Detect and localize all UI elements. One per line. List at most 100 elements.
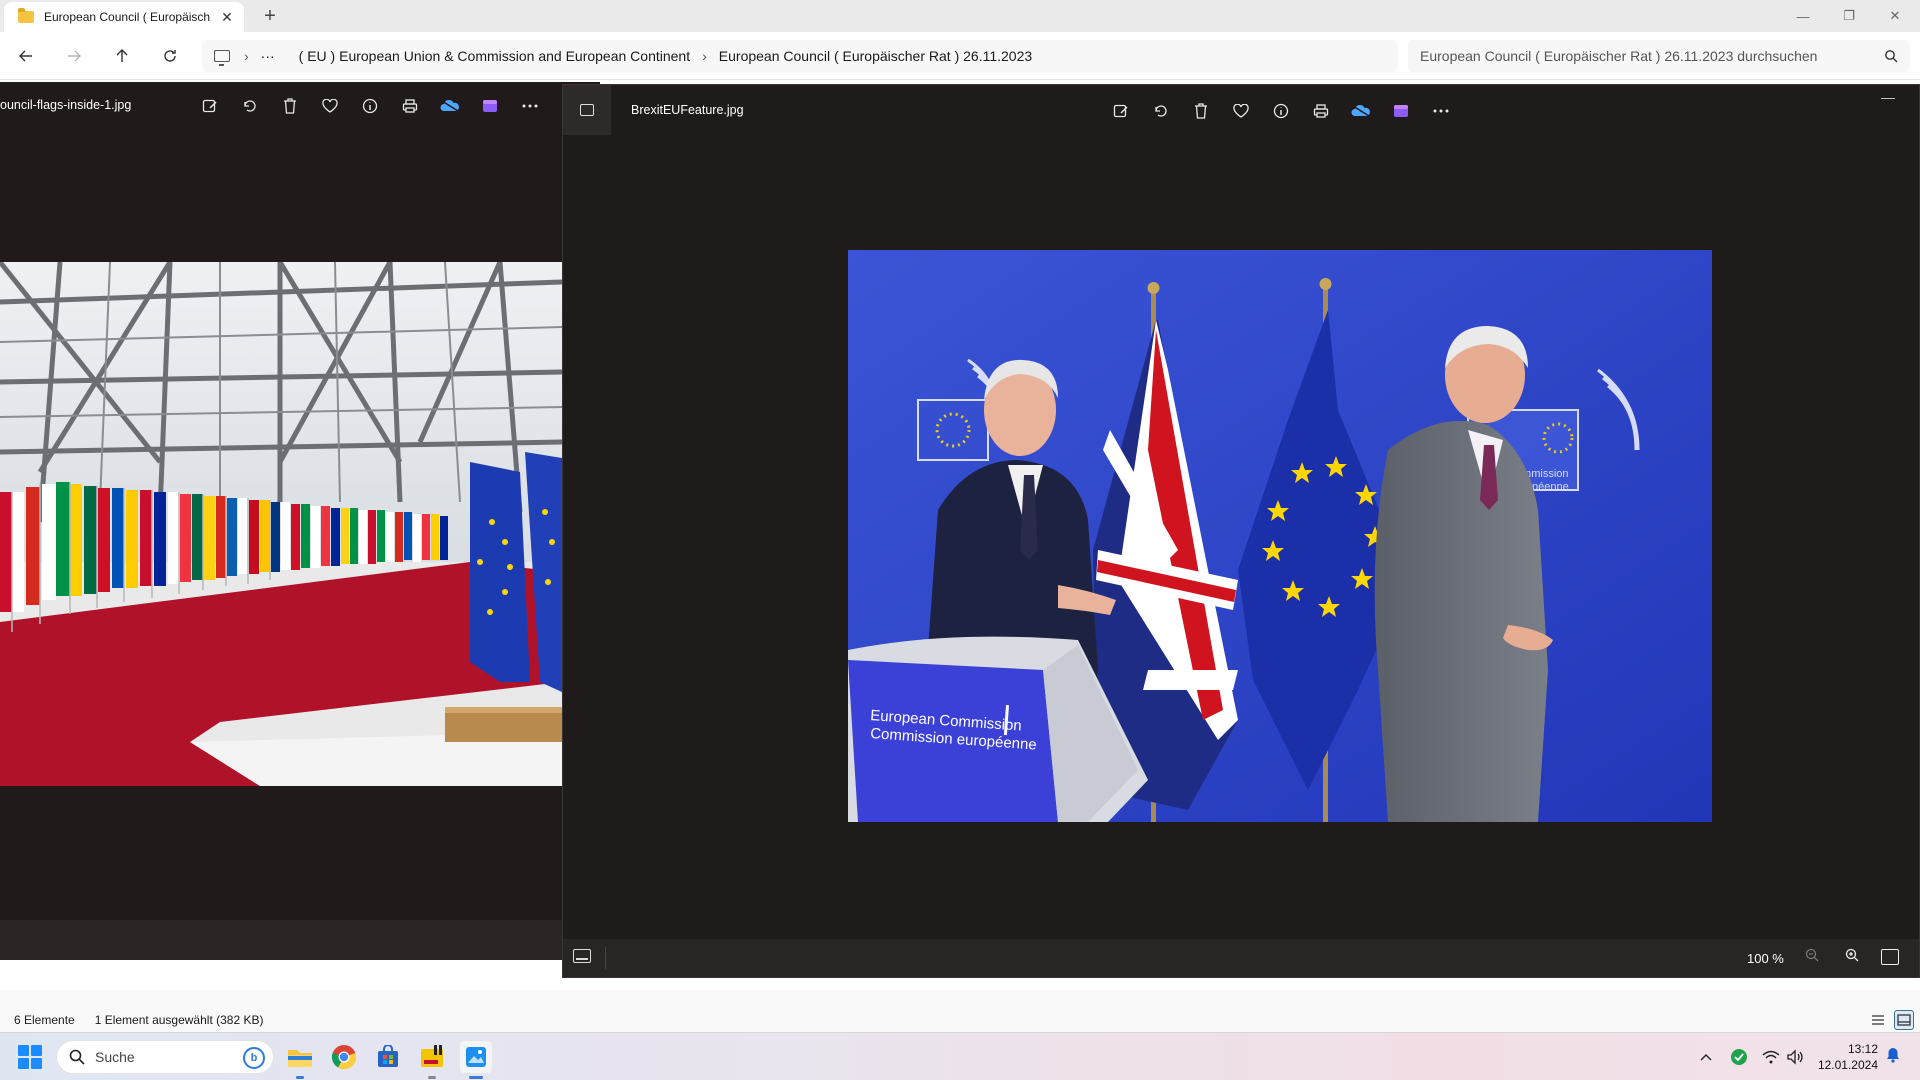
onedrive-button[interactable] bbox=[430, 90, 470, 122]
close-button[interactable]: ✕ bbox=[1872, 0, 1918, 32]
zoom-level[interactable]: 100 % bbox=[1747, 951, 1784, 966]
selection-info: 1 Element ausgewählt (382 KB) bbox=[94, 1013, 264, 1027]
notifications-button[interactable] bbox=[1886, 1047, 1900, 1066]
favorite-button[interactable] bbox=[310, 90, 350, 122]
clipchamp-icon bbox=[483, 100, 497, 112]
back-button[interactable] bbox=[12, 44, 40, 68]
forward-button[interactable] bbox=[60, 44, 88, 68]
breadcrumb-item[interactable]: European Council ( Europäischer Rat ) 26… bbox=[719, 48, 1032, 64]
trash-icon bbox=[1195, 103, 1207, 119]
printer-icon bbox=[402, 99, 418, 113]
chevron-right-icon: › bbox=[244, 48, 249, 64]
delete-button[interactable] bbox=[270, 90, 310, 122]
bing-icon[interactable]: b bbox=[243, 1047, 265, 1069]
chrome-taskbar-button[interactable] bbox=[328, 1041, 360, 1073]
arrow-left-icon bbox=[19, 50, 32, 62]
edit-image-button[interactable] bbox=[1101, 95, 1141, 127]
view-switcher bbox=[1868, 1008, 1914, 1032]
arrow-up-icon bbox=[116, 49, 128, 62]
council-hall-image bbox=[0, 262, 562, 786]
info-button[interactable] bbox=[1261, 95, 1301, 127]
new-tab-button[interactable]: + bbox=[258, 4, 282, 28]
clock-date: 12.01.2024 bbox=[1817, 1058, 1878, 1072]
tiles-view-button[interactable] bbox=[1894, 1010, 1914, 1030]
print-button[interactable] bbox=[390, 90, 430, 122]
rotate-button[interactable] bbox=[230, 90, 270, 122]
zoom-out-button[interactable] bbox=[1801, 948, 1823, 968]
refresh-button[interactable] bbox=[156, 44, 184, 68]
rotate-button[interactable] bbox=[1141, 95, 1181, 127]
photos-toolbar bbox=[1101, 95, 1461, 127]
show-hidden-icons-button[interactable] bbox=[1700, 1033, 1712, 1080]
print-button[interactable] bbox=[1301, 95, 1341, 127]
ellipsis-icon bbox=[522, 104, 538, 108]
more-options-button[interactable] bbox=[510, 90, 550, 122]
more-options-button[interactable] bbox=[1421, 95, 1461, 127]
taskbar-search[interactable]: Suche b bbox=[56, 1040, 274, 1074]
breadcrumb-item[interactable]: ( EU ) European Union & Commission and E… bbox=[299, 48, 690, 64]
zoom-in-button[interactable] bbox=[1841, 948, 1863, 968]
bell-icon bbox=[1887, 1048, 1899, 1063]
file-name: ouncil-flags-inside-1.jpg bbox=[0, 98, 132, 112]
heart-icon bbox=[1233, 104, 1249, 118]
search-icon bbox=[69, 1049, 85, 1065]
printer-icon bbox=[1313, 104, 1329, 118]
brexit-photo: Commission européenne European Commissio… bbox=[848, 250, 1712, 822]
volume-button[interactable] bbox=[1786, 1033, 1804, 1080]
edit-image-icon bbox=[1113, 104, 1128, 118]
folder-icon bbox=[18, 8, 34, 23]
active-indicator bbox=[296, 1076, 304, 1079]
info-icon bbox=[1273, 103, 1289, 119]
item-count: 6 Elemente bbox=[14, 1013, 75, 1027]
rotate-icon bbox=[1155, 105, 1167, 117]
photos-icon bbox=[466, 1047, 486, 1067]
refresh-icon bbox=[164, 50, 176, 62]
file-explorer-taskbar-button[interactable] bbox=[284, 1041, 316, 1079]
tab-close-button[interactable]: ✕ bbox=[218, 9, 236, 26]
address-bar[interactable]: › ··· ( EU ) European Union & Commission… bbox=[202, 40, 1398, 72]
favorite-button[interactable] bbox=[1221, 95, 1261, 127]
zoom-in-icon bbox=[1845, 948, 1859, 962]
edit-image-button[interactable] bbox=[190, 90, 230, 122]
up-button[interactable] bbox=[108, 44, 136, 68]
computer-icon bbox=[214, 50, 230, 66]
explorer-tab-bar: European Council ( Europäisch ✕ + — ❐ ✕ bbox=[0, 0, 1920, 32]
speaker-icon bbox=[1787, 1049, 1803, 1065]
breadcrumb-overflow[interactable]: ··· bbox=[261, 48, 275, 64]
minimize-button[interactable]: — bbox=[1780, 0, 1826, 32]
minimize-button[interactable]: — bbox=[1881, 89, 1895, 105]
onedrive-icon bbox=[440, 99, 459, 112]
gallery-button[interactable] bbox=[563, 85, 611, 135]
list-icon bbox=[1872, 1015, 1884, 1025]
restore-button[interactable]: ❐ bbox=[1826, 0, 1872, 32]
clipchamp-button[interactable] bbox=[470, 90, 510, 122]
photos-back-toolbar bbox=[190, 90, 550, 122]
onedrive-icon bbox=[1351, 104, 1370, 117]
details-view-button[interactable] bbox=[1868, 1010, 1888, 1030]
trash-icon bbox=[284, 98, 296, 114]
rotate-icon bbox=[244, 100, 256, 112]
store-taskbar-button[interactable] bbox=[372, 1041, 404, 1073]
filmstrip-toggle-icon[interactable] bbox=[573, 949, 591, 963]
running-indicator bbox=[428, 1076, 436, 1079]
onedrive-button[interactable] bbox=[1341, 95, 1381, 127]
security-tray-button[interactable] bbox=[1730, 1033, 1748, 1080]
divider bbox=[605, 947, 606, 969]
start-button[interactable] bbox=[18, 1045, 42, 1069]
search-input[interactable]: European Council ( Europäischer Rat ) 26… bbox=[1408, 40, 1910, 72]
fit-to-window-icon[interactable] bbox=[1881, 949, 1899, 965]
arrow-right-icon bbox=[68, 50, 81, 62]
photos-window-background[interactable]: ouncil-flags-inside-1.jpg bbox=[0, 82, 600, 960]
clock[interactable]: 13:12 12.01.2024 bbox=[1812, 1041, 1878, 1073]
delete-button[interactable] bbox=[1181, 95, 1221, 127]
info-button[interactable] bbox=[350, 90, 390, 122]
media-player-taskbar-button[interactable] bbox=[416, 1041, 448, 1079]
explorer-tab[interactable]: European Council ( Europäisch ✕ bbox=[4, 2, 244, 32]
clipchamp-button[interactable] bbox=[1381, 95, 1421, 127]
photos-titlebar: BrexitEUFeature.jpg — bbox=[563, 85, 1920, 135]
zoom-out-icon bbox=[1805, 948, 1819, 962]
network-button[interactable] bbox=[1762, 1033, 1780, 1080]
windows-logo-icon bbox=[18, 1045, 29, 1056]
photos-taskbar-button[interactable] bbox=[460, 1041, 492, 1079]
search-icon bbox=[1885, 50, 1898, 63]
